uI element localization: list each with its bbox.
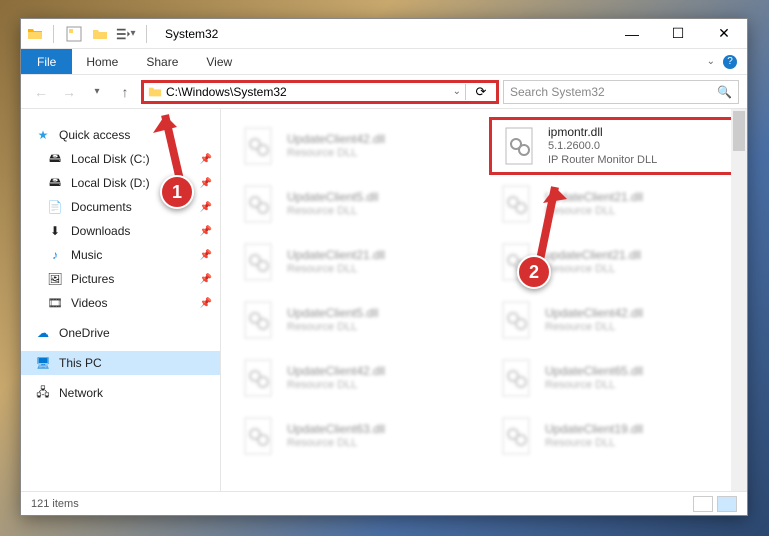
- documents-icon: 📄: [47, 199, 63, 215]
- file-tab[interactable]: File: [21, 49, 72, 74]
- tab-home[interactable]: Home: [72, 49, 132, 74]
- tab-share[interactable]: Share: [132, 49, 192, 74]
- annotation-callout-2: 2: [517, 255, 551, 289]
- sidebar-item-pictures[interactable]: 🖼Pictures📌: [21, 267, 220, 291]
- file-item[interactable]: UpdateClient42.dllResource DLL: [231, 117, 489, 175]
- ribbon-tabs: File Home Share View ⌄ ?: [21, 49, 747, 75]
- address-bar[interactable]: C:\Windows\System32 ⌄ ⟳: [141, 80, 499, 104]
- search-input[interactable]: Search System32 🔍: [503, 80, 739, 104]
- minimize-button[interactable]: —: [609, 19, 655, 49]
- sidebar-item-music[interactable]: ♪Music📌: [21, 243, 220, 267]
- status-bar: 121 items: [21, 491, 747, 515]
- dll-icon: [239, 184, 279, 224]
- file-item[interactable]: UpdateClient19.dllResource DLL: [489, 407, 747, 465]
- file-item-ipmontr[interactable]: ipmontr.dll5.1.2600.0IP Router Monitor D…: [489, 117, 747, 175]
- search-icon: 🔍: [717, 85, 732, 99]
- videos-icon: 🎞: [47, 295, 63, 311]
- scroll-thumb[interactable]: [733, 111, 745, 151]
- forward-button[interactable]: →: [57, 80, 81, 104]
- address-dropdown-icon[interactable]: ⌄: [453, 86, 461, 97]
- star-icon: ★: [35, 127, 51, 143]
- pin-icon: 📌: [200, 298, 212, 309]
- file-item[interactable]: UpdateClient5.dllResource DLL: [231, 175, 489, 233]
- sidebar-onedrive[interactable]: ☁OneDrive: [21, 321, 220, 345]
- tab-view[interactable]: View: [192, 49, 246, 74]
- pictures-icon: 🖼: [47, 271, 63, 287]
- annotation-arrow-2: [525, 175, 585, 265]
- folder-icon: [148, 85, 162, 99]
- annotation-arrow-1: [145, 105, 205, 185]
- view-details-button[interactable]: [693, 496, 713, 512]
- close-button[interactable]: ✕: [701, 19, 747, 49]
- file-item[interactable]: UpdateClient42.dllResource DLL: [231, 349, 489, 407]
- address-bar-row: ← → ▾ ↑ C:\Windows\System32 ⌄ ⟳ Search S…: [21, 75, 747, 109]
- dll-icon: [239, 126, 279, 166]
- up-button[interactable]: ↑: [113, 80, 137, 104]
- downloads-icon: ⬇: [47, 223, 63, 239]
- dll-icon: [239, 300, 279, 340]
- network-icon: 🖧: [35, 385, 51, 401]
- qat-new-folder-icon[interactable]: [90, 24, 110, 44]
- dll-icon: [239, 416, 279, 456]
- pin-icon: 📌: [200, 250, 212, 261]
- file-item[interactable]: UpdateClient42.dllResource DLL: [489, 291, 747, 349]
- dll-icon: [497, 300, 537, 340]
- pin-icon: 📌: [200, 226, 212, 237]
- recent-locations-button[interactable]: ▾: [85, 80, 109, 104]
- maximize-button[interactable]: ☐: [655, 19, 701, 49]
- qat-properties-icon[interactable]: [64, 24, 84, 44]
- annotation-callout-1: 1: [160, 175, 194, 209]
- pin-icon: 📌: [200, 274, 212, 285]
- pc-icon: 🖥: [35, 355, 51, 371]
- dll-icon: [500, 126, 540, 166]
- file-list: UpdateClient42.dllResource DLL ipmontr.d…: [221, 109, 747, 491]
- drive-icon: 🖴: [47, 175, 63, 191]
- refresh-button[interactable]: ⟳: [470, 81, 492, 103]
- title-bar: ▾ System32 — ☐ ✕: [21, 19, 747, 49]
- item-count: 121 items: [31, 498, 79, 510]
- music-icon: ♪: [47, 247, 63, 263]
- pin-icon: 📌: [200, 202, 212, 213]
- back-button[interactable]: ←: [29, 80, 53, 104]
- dll-icon: [239, 358, 279, 398]
- file-item[interactable]: UpdateClient65.dllResource DLL: [489, 349, 747, 407]
- sidebar-this-pc[interactable]: 🖥This PC: [21, 351, 220, 375]
- file-item[interactable]: UpdateClient63.dllResource DLL: [231, 407, 489, 465]
- sidebar-item-downloads[interactable]: ⬇Downloads📌: [21, 219, 220, 243]
- folder-icon: [27, 26, 43, 42]
- ribbon-expand-icon[interactable]: ⌄: [707, 56, 715, 67]
- file-item[interactable]: UpdateClient21.dllResource DLL: [231, 233, 489, 291]
- dll-icon: [497, 358, 537, 398]
- file-item[interactable]: UpdateClient5.dllResource DLL: [231, 291, 489, 349]
- onedrive-icon: ☁: [35, 325, 51, 341]
- sidebar-item-videos[interactable]: 🎞Videos📌: [21, 291, 220, 315]
- qat-customize-icon[interactable]: ▾: [116, 24, 136, 44]
- search-placeholder: Search System32: [510, 85, 717, 99]
- view-large-icons-button[interactable]: [717, 496, 737, 512]
- help-icon[interactable]: ?: [723, 55, 737, 69]
- sidebar-network[interactable]: 🖧Network: [21, 381, 220, 405]
- window-title: System32: [165, 27, 218, 41]
- drive-icon: 🖴: [47, 151, 63, 167]
- scrollbar[interactable]: [731, 109, 747, 491]
- address-path: C:\Windows\System32: [166, 85, 449, 99]
- dll-icon: [239, 242, 279, 282]
- explorer-window: ▾ System32 — ☐ ✕ File Home Share View ⌄ …: [20, 18, 748, 516]
- dll-icon: [497, 416, 537, 456]
